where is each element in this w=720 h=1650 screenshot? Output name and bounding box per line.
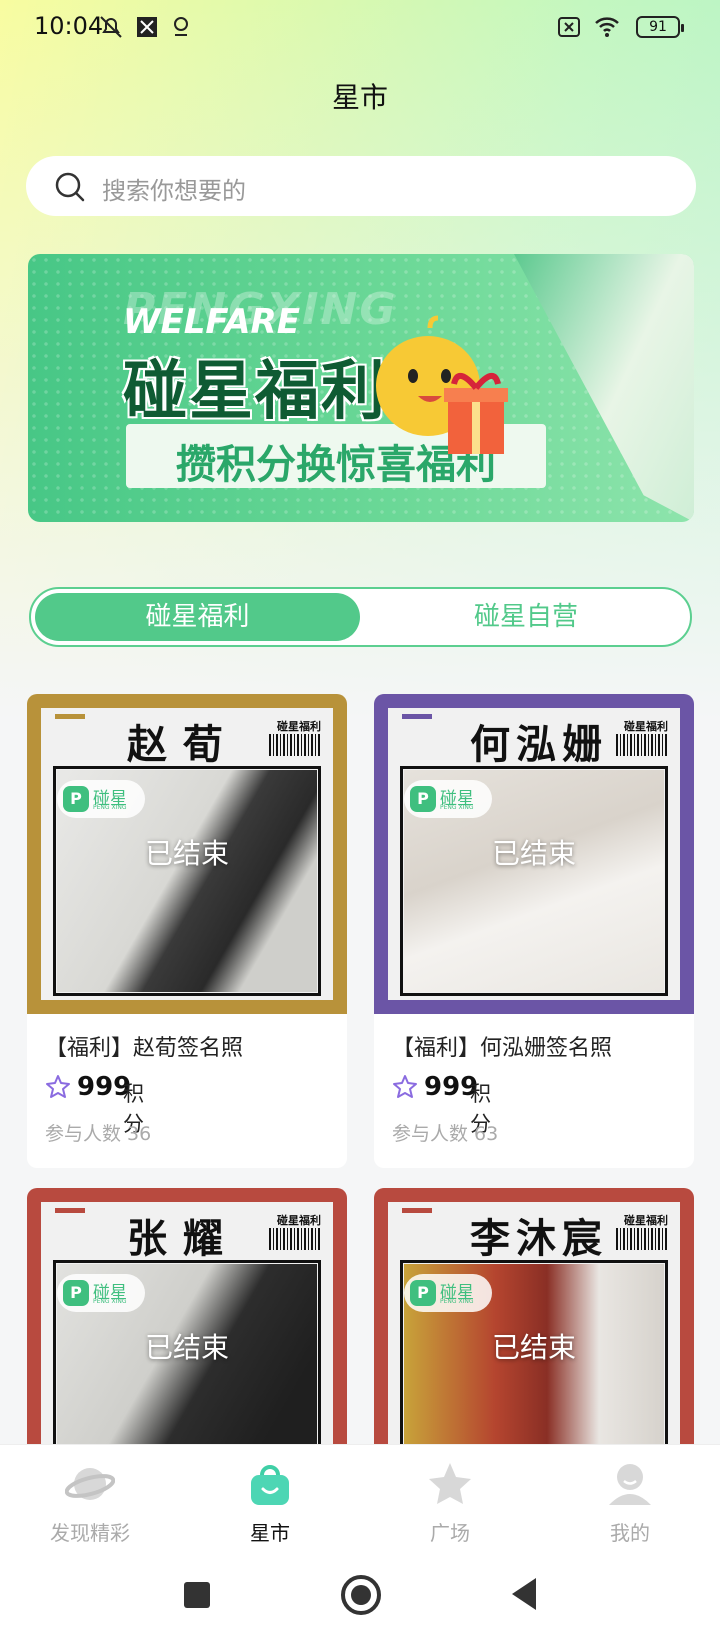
card-image: 赵荀 碰星福利 P 碰星 PENG XING 已结束 [27, 694, 347, 1014]
brand-logo-icon: P [410, 1280, 436, 1306]
status-ended: 已结束 [491, 837, 576, 870]
star-icon [429, 1463, 471, 1504]
mute-icon [100, 16, 122, 38]
search-bar[interactable]: 搜索你想要的 [26, 156, 696, 216]
status-bar: 10:04 91 [0, 0, 720, 54]
celebrity-name: 赵荀 [127, 722, 239, 768]
nav-plaza[interactable]: 广场 [360, 1445, 540, 1551]
brand-logo-subtext: PENG XING [440, 804, 474, 811]
frame-accent [55, 714, 85, 719]
status-ended: 已结束 [144, 1331, 229, 1364]
planet-icon [65, 1468, 115, 1500]
participants-count: 参与人数 63 [392, 1123, 499, 1145]
back-button[interactable] [508, 1576, 540, 1612]
frame-accent [55, 1208, 85, 1213]
barcode-icon [616, 1228, 668, 1250]
no-sim-icon [558, 17, 580, 37]
home-button[interactable] [340, 1574, 382, 1616]
product-card[interactable]: 李沐宸 碰星福利 P 碰星 PENG XING 已结束 [374, 1188, 694, 1488]
celebrity-name: 何泓姗 [470, 722, 608, 768]
barcode-icon [269, 734, 321, 756]
nav-mine-label: 我的 [610, 1521, 650, 1545]
banner-title: 碰星福利 [123, 355, 387, 429]
wifi-icon [595, 17, 619, 37]
brand-logo-icon: P [63, 786, 89, 812]
search-icon [55, 172, 85, 202]
nav-discover-label: 发现精彩 [50, 1521, 130, 1545]
frame-tag: 碰星福利 [277, 1214, 321, 1227]
mascot-gift-icon [376, 315, 508, 454]
nav-discover[interactable]: 发现精彩 [0, 1445, 180, 1551]
brand-logo: P 碰星 PENG XING [57, 780, 145, 818]
frame-accent [402, 714, 432, 719]
brand-logo: P 碰星 PENG XING [57, 1274, 145, 1312]
tab-pengxing-selfrun[interactable]: 碰星自营 [366, 593, 686, 641]
bottom-navigation: 发现精彩 星市 广场 我的 [0, 1444, 720, 1550]
search-input[interactable]: 搜索你想要的 [102, 171, 246, 206]
profile-icon [609, 1464, 651, 1505]
nav-star-market-label: 星市 [250, 1521, 290, 1545]
product-card[interactable]: 何泓姗 碰星福利 P 碰星 PENG XING 已结束 【福利】何泓姗签名照 9… [374, 694, 694, 1168]
celebrity-name: 张耀 [127, 1216, 239, 1262]
brand-logo-subtext: PENG XING [93, 804, 127, 811]
card-image: 何泓姗 碰星福利 P 碰星 PENG XING 已结束 [374, 694, 694, 1014]
recent-apps-button[interactable] [182, 1580, 212, 1610]
celebrity-name: 李沐宸 [470, 1216, 608, 1262]
barcode-icon [269, 1228, 321, 1250]
nav-plaza-label: 广场 [430, 1521, 470, 1545]
welfare-banner[interactable]: PENGXING WELFARE 碰星福利 攒积分换惊喜福利 [28, 254, 694, 522]
points-star-icon [46, 1075, 70, 1098]
tab-pengxing-welfare[interactable]: 碰星福利 [35, 593, 360, 641]
status-ended: 已结束 [491, 1331, 576, 1364]
brand-logo-icon: P [63, 1280, 89, 1306]
frame-tag: 碰星福利 [624, 720, 668, 733]
shopping-bag-icon [251, 1465, 289, 1505]
nav-star-market[interactable]: 星市 [180, 1445, 360, 1551]
battery-indicator: 91 [636, 16, 684, 38]
card-image: 张耀 碰星福利 P 碰星 PENG XING 已结束 [27, 1188, 347, 1488]
nav-mine[interactable]: 我的 [540, 1445, 720, 1551]
card-image: 李沐宸 碰星福利 P 碰星 PENG XING 已结束 [374, 1188, 694, 1488]
frame-tag: 碰星福利 [277, 720, 321, 733]
card-title: 【福利】赵荀签名照 [45, 1036, 244, 1061]
brand-logo: P 碰星 PENG XING [404, 780, 492, 818]
points-star-icon [393, 1075, 417, 1098]
product-card[interactable]: 赵荀 碰星福利 P 碰星 PENG XING 已结束 【福利】赵荀签名照 999… [27, 694, 347, 1168]
product-card[interactable]: 张耀 碰星福利 P 碰星 PENG XING 已结束 [27, 1188, 347, 1488]
page-title: 星市 [331, 81, 388, 114]
card-title: 【福利】何泓姗签名照 [392, 1036, 613, 1061]
frame-accent [402, 1208, 432, 1213]
brand-logo-subtext: PENG XING [93, 1298, 127, 1305]
app-notification-icon [137, 17, 157, 37]
frame-tag: 碰星福利 [624, 1214, 668, 1227]
barcode-icon [616, 734, 668, 756]
system-navigation-bar [0, 1550, 720, 1650]
participants-count: 参与人数 36 [45, 1123, 152, 1145]
status-time: 10:04 [34, 12, 104, 40]
brand-logo-icon: P [410, 786, 436, 812]
banner-english-title: WELFARE [123, 302, 300, 342]
brand-logo: P 碰星 PENG XING [404, 1274, 492, 1312]
brand-logo-subtext: PENG XING [440, 1298, 474, 1305]
category-tabs: 碰星福利 碰星自营 [29, 587, 692, 647]
status-ended: 已结束 [144, 837, 229, 870]
location-icon [174, 17, 188, 36]
